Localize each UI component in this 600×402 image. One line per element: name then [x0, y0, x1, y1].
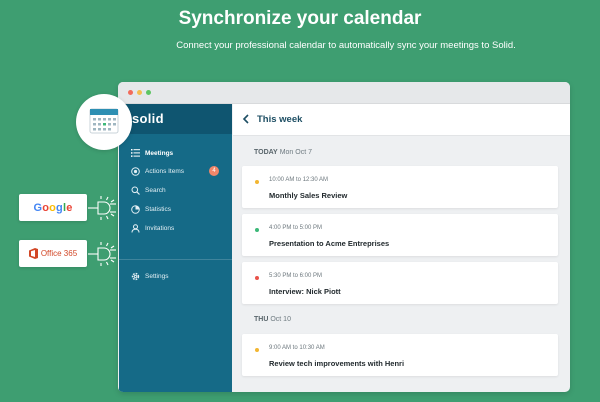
minimize-dot[interactable]	[137, 90, 142, 95]
actions-count-badge: 4	[209, 166, 219, 176]
event-time: 9:00 AM to 10:30 AM	[269, 345, 325, 351]
plug-icon	[88, 196, 116, 220]
sidebar-item-invitations[interactable]: Invitations	[119, 219, 232, 237]
event-card[interactable]: 4:00 PM to 5:00 PM Presentation to Acme …	[242, 214, 558, 256]
day-date: Mon Oct 7	[279, 149, 312, 156]
sidebar-item-search[interactable]: Search	[119, 181, 232, 199]
calendar-icon	[89, 108, 119, 134]
sidebar-item-actions[interactable]: Actions Items 4	[119, 162, 232, 180]
day-header-thu: THU Oct 10	[254, 316, 291, 323]
sidebar-item-label: Actions Items	[145, 167, 185, 175]
event-title: Presentation to Acme Entreprises	[269, 239, 390, 248]
event-status-dot	[255, 348, 259, 352]
week-header: This week	[233, 104, 570, 136]
event-time: 10:00 AM to 12:30 AM	[269, 177, 329, 183]
event-title: Interview: Nick Piott	[269, 287, 341, 296]
day-date: Oct 10	[270, 316, 291, 323]
event-card[interactable]: 5:30 PM to 6:00 PM Interview: Nick Piott	[242, 262, 558, 304]
event-title: Monthly Sales Review	[269, 191, 348, 200]
week-title: This week	[257, 114, 303, 125]
sidebar-item-meetings[interactable]: Meetings	[119, 144, 232, 162]
day-label: THU	[254, 316, 269, 323]
google-calendar-card[interactable]: Google	[19, 194, 87, 221]
user-icon	[130, 223, 140, 233]
sidebar-item-statistics[interactable]: Statistics	[119, 200, 232, 218]
app-window: solid Meetings Actions Items 4 Search St…	[118, 82, 570, 392]
office365-card[interactable]: Office 365	[19, 240, 87, 267]
gear-icon	[130, 271, 140, 281]
event-status-dot	[255, 180, 259, 184]
event-status-dot	[255, 228, 259, 232]
plug-icon	[88, 242, 116, 266]
event-card[interactable]: 10:00 AM to 12:30 AM Monthly Sales Revie…	[242, 166, 558, 208]
chevron-left-icon[interactable]	[241, 112, 253, 126]
app-logo: solid	[132, 111, 164, 126]
logo-bar: solid	[119, 104, 232, 134]
event-time: 5:30 PM to 6:00 PM	[269, 273, 323, 279]
pie-chart-icon	[130, 204, 140, 214]
event-time: 4:00 PM to 5:00 PM	[269, 225, 323, 231]
calendar-badge	[76, 94, 132, 150]
search-icon	[130, 185, 140, 195]
sidebar-item-label: Meetings	[145, 149, 174, 157]
google-logo: Google	[33, 201, 73, 214]
maximize-dot[interactable]	[146, 90, 151, 95]
sidebar: solid Meetings Actions Items 4 Search St…	[119, 104, 232, 392]
office-logo-icon	[28, 248, 38, 259]
sidebar-divider	[119, 259, 232, 260]
circle-check-icon	[130, 166, 140, 176]
sidebar-item-settings[interactable]: Settings	[119, 267, 232, 285]
window-titlebar	[118, 82, 570, 104]
page-title: Synchronize your calendar	[178, 8, 422, 29]
event-status-dot	[255, 276, 259, 280]
page-subtitle: Connect your professional calendar to au…	[176, 40, 516, 51]
sidebar-item-label: Statistics	[145, 205, 172, 213]
day-header-today: TODAY Mon Oct 7	[254, 149, 312, 156]
sidebar-item-label: Settings	[145, 272, 169, 280]
event-card[interactable]: 9:00 AM to 10:30 AM Review tech improvem…	[242, 334, 558, 376]
office365-label: Office 365	[40, 249, 78, 258]
sidebar-item-label: Invitations	[145, 224, 175, 232]
sidebar-item-label: Search	[145, 186, 166, 194]
event-title: Review tech improvements with Henri	[269, 359, 405, 368]
day-label: TODAY	[254, 149, 278, 156]
